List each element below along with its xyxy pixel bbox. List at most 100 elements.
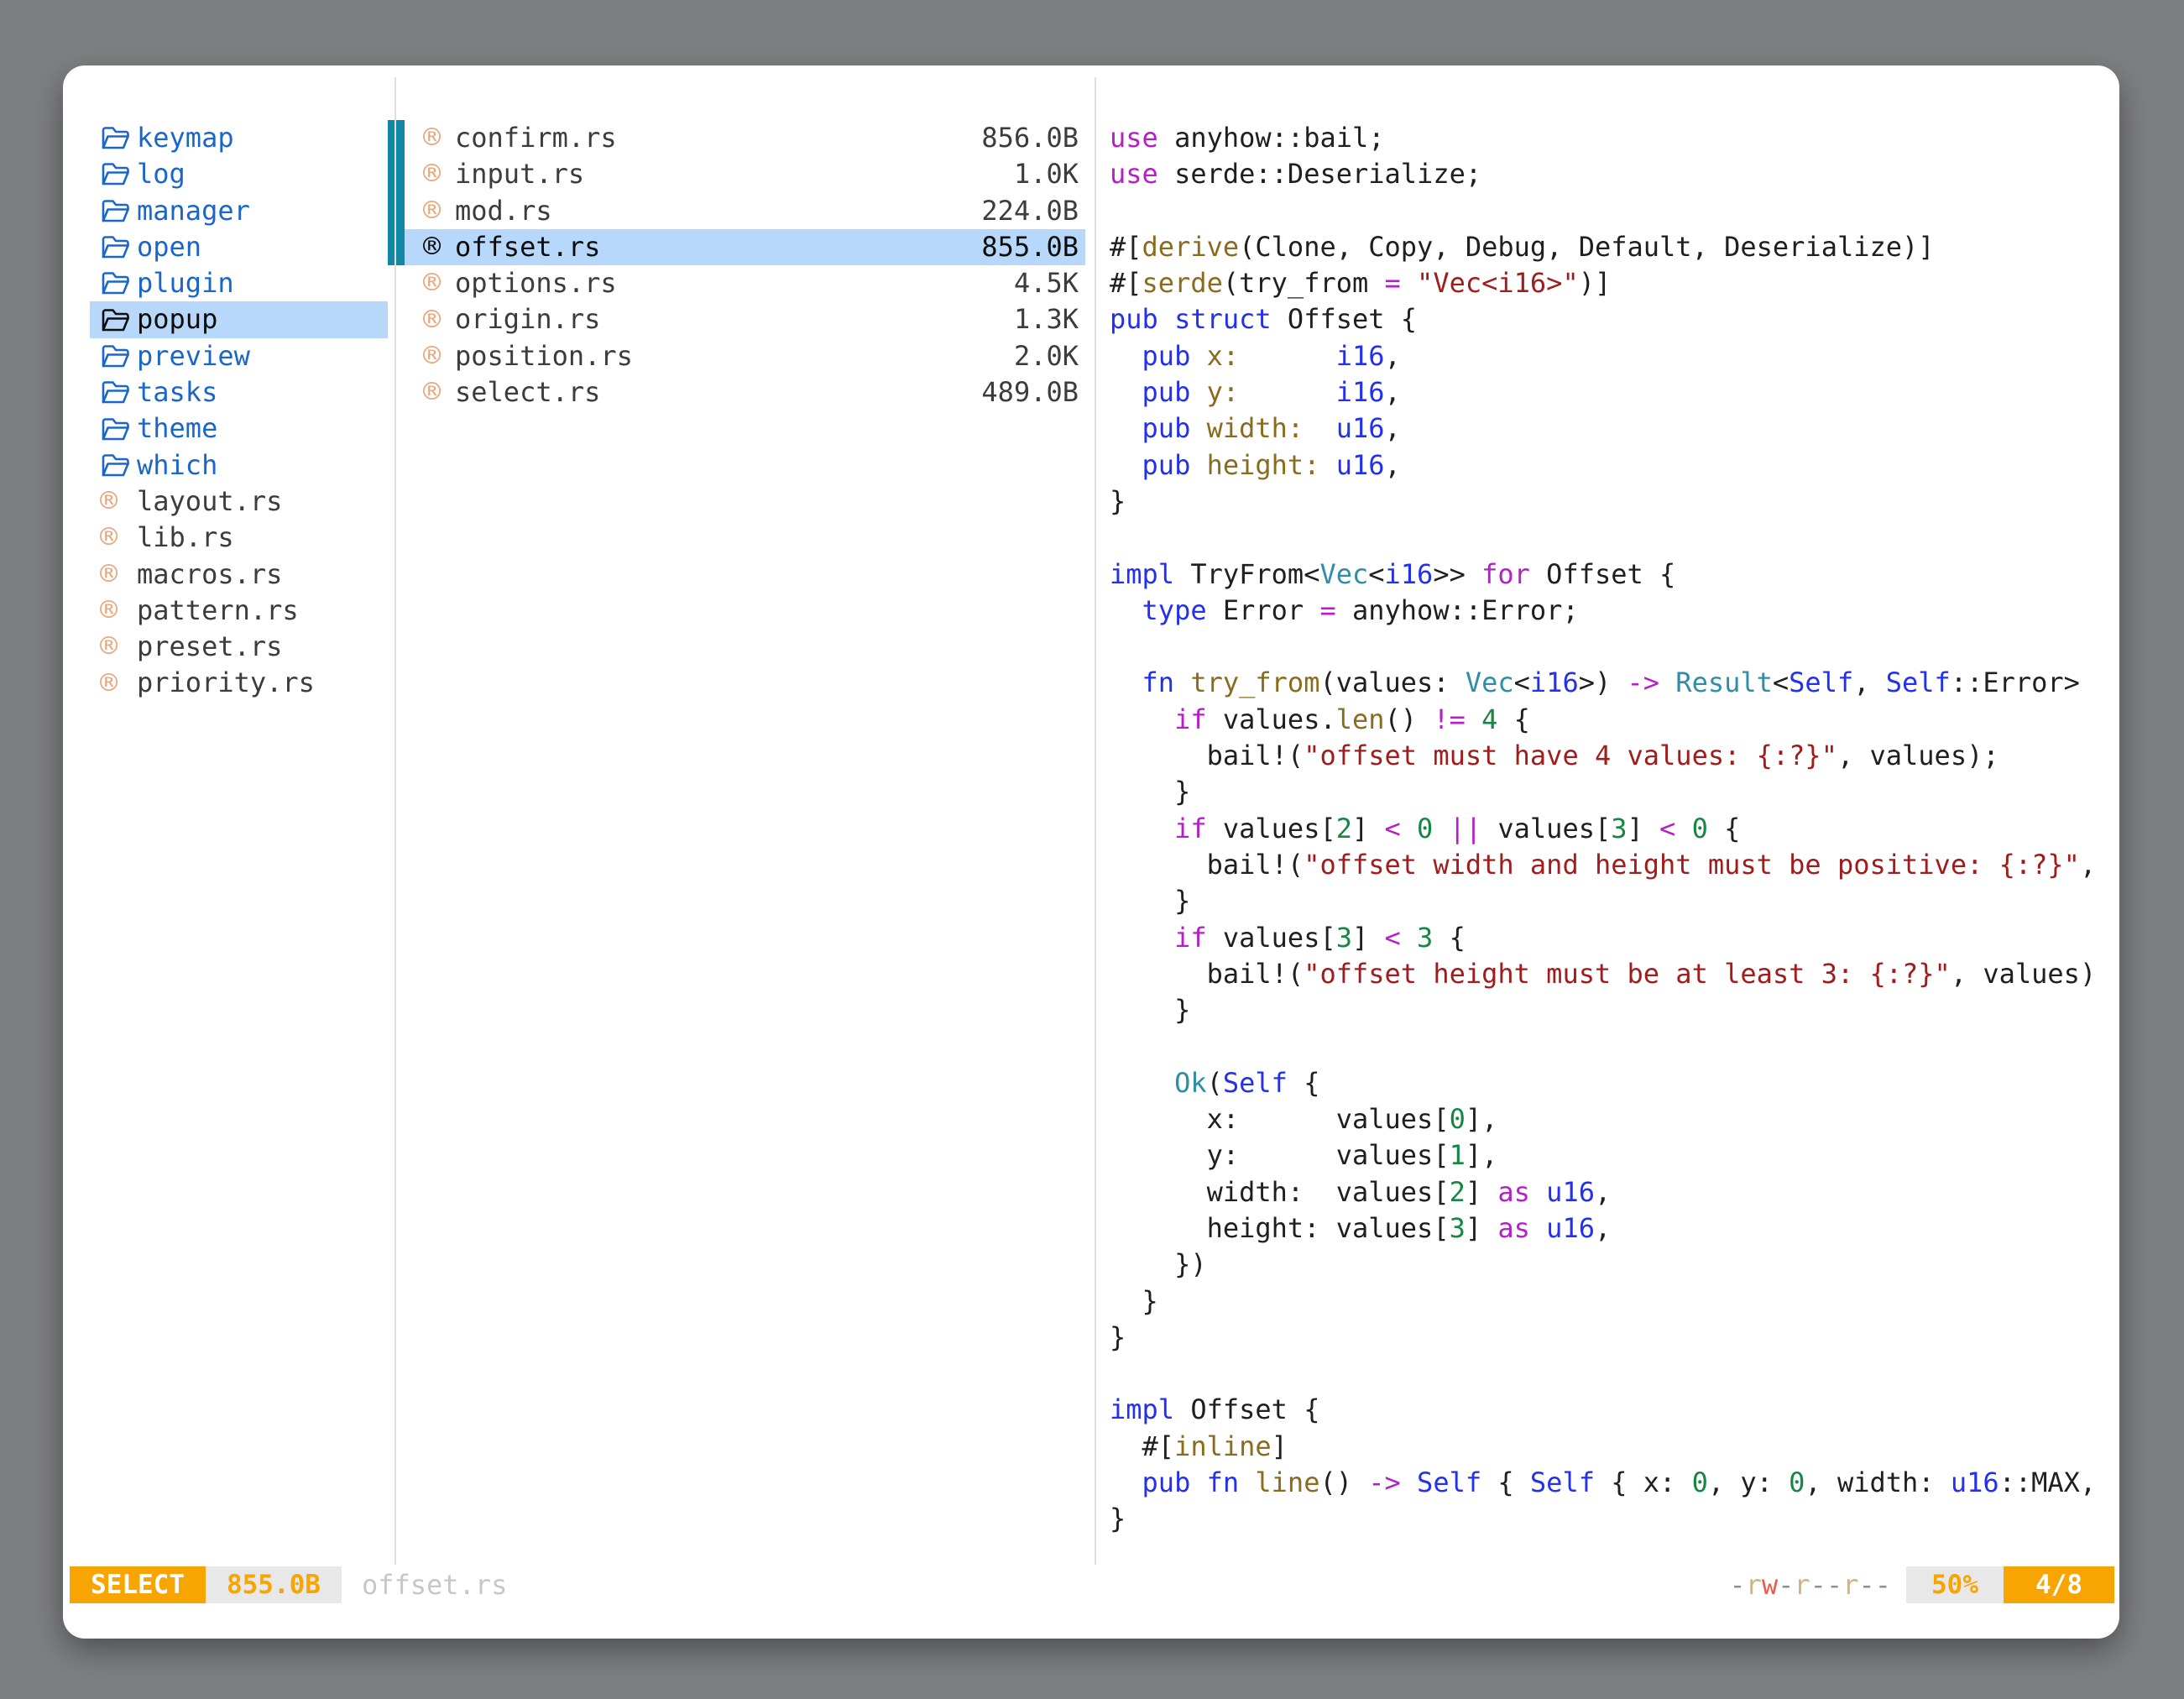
sidebar-item-preset[interactable]: ®preset.rs	[90, 629, 388, 665]
code-token: })	[1110, 1248, 1207, 1280]
file-name: options.rs	[455, 265, 617, 301]
sidebar-item-preview[interactable]: preview	[90, 338, 388, 374]
sidebar-item-keymap[interactable]: keymap	[90, 120, 388, 156]
rust-file-icon: ®	[100, 523, 137, 552]
sidebar-item-pattern[interactable]: ®pattern.rs	[90, 593, 388, 629]
permission-char: w	[1762, 1569, 1778, 1601]
file-row-origin[interactable]: ®origin.rs1.3K	[405, 301, 1085, 337]
code-token: <	[1659, 813, 1675, 844]
rust-file-icon: ®	[423, 378, 455, 407]
code-token: (try_from	[1223, 267, 1385, 299]
code-token: }	[1110, 1285, 1158, 1317]
code-token: #[	[1110, 267, 1142, 299]
sidebar-item-macros[interactable]: ®macros.rs	[90, 557, 388, 593]
sidebar-item-label: keymap	[137, 120, 234, 156]
code-token	[1659, 667, 1675, 698]
code-token: anyhow::bail;	[1158, 122, 1385, 154]
desktop-background: keymaplogmanageropenpluginpopuppreviewta…	[0, 0, 2184, 1699]
file-row-options[interactable]: ®options.rs4.5K	[405, 265, 1085, 301]
code-token: "offset must have 4 values: {:?}"	[1304, 740, 1837, 771]
yazi-file-manager-window: keymaplogmanageropenpluginpopuppreviewta…	[63, 65, 2119, 1639]
permission-char: r	[1746, 1569, 1762, 1601]
code-line: bail!("offset width and height must be p…	[1110, 847, 2093, 883]
sidebar-item-lib[interactable]: ®lib.rs	[90, 520, 388, 556]
code-token: Vec	[1466, 667, 1514, 698]
code-token: pub	[1142, 376, 1191, 408]
file-size: 224.0B	[981, 193, 1079, 229]
sidebar-item-which[interactable]: which	[90, 447, 388, 484]
code-line: #[serde(try_from = "Vec<i16>")]	[1110, 265, 2093, 301]
file-size: 1.0K	[1014, 156, 1079, 192]
sidebar-item-layout[interactable]: ®layout.rs	[90, 484, 388, 520]
code-line: }	[1110, 1501, 2093, 1537]
code-token: Offset {	[1272, 303, 1417, 335]
code-token: (Clone, Copy, Debug, Default, Deserializ…	[1239, 231, 1934, 263]
code-token: ,	[1385, 340, 1401, 372]
file-name: offset.rs	[455, 229, 600, 265]
code-token	[1401, 1466, 1417, 1498]
file-name: mod.rs	[455, 193, 552, 229]
code-token: Self	[1223, 1067, 1288, 1099]
current-directory-pane: ®confirm.rs856.0B®input.rs1.0K®mod.rs224…	[405, 120, 1085, 410]
file-row-input[interactable]: ®input.rs1.0K	[405, 156, 1085, 192]
parent-directory-pane: keymaplogmanageropenpluginpopuppreviewta…	[90, 120, 388, 702]
code-token	[1530, 1212, 1546, 1244]
sidebar-item-manager[interactable]: manager	[90, 193, 388, 229]
code-line: bail!("offset height must be at least 3:…	[1110, 956, 2093, 992]
sidebar-item-plugin[interactable]: plugin	[90, 265, 388, 301]
rust-file-icon: ®	[100, 632, 137, 661]
folder-icon	[100, 124, 137, 152]
sidebar-item-label: layout.rs	[137, 484, 282, 520]
folder-icon	[100, 233, 137, 261]
code-token: 0	[1692, 1466, 1708, 1498]
file-row-position[interactable]: ®position.rs2.0K	[405, 338, 1085, 374]
code-token: "offset width and height must be positiv…	[1304, 849, 2080, 881]
code-token: ::Error> {	[1951, 667, 2093, 698]
folder-icon	[100, 379, 137, 406]
code-line: pub height: u16,	[1110, 447, 2093, 484]
pane-separator-left	[394, 77, 396, 1565]
code-token: "offset height must be at least 3: {:?}"	[1304, 958, 1951, 990]
file-row-select[interactable]: ®select.rs489.0B	[405, 374, 1085, 410]
code-token: <	[1773, 667, 1789, 698]
code-line: }	[1110, 1320, 2093, 1356]
rust-file-icon: ®	[423, 196, 455, 226]
file-row-mod[interactable]: ®mod.rs 224.0B	[405, 193, 1085, 229]
code-token: <	[1514, 667, 1530, 698]
rust-file-icon: ®	[423, 342, 455, 371]
code-token: #[	[1110, 231, 1142, 263]
sidebar-item-tasks[interactable]: tasks	[90, 374, 388, 410]
code-token: {	[1708, 813, 1741, 844]
code-token: ,	[1595, 1212, 1611, 1244]
code-token: 0	[1417, 813, 1433, 844]
code-token	[1401, 922, 1417, 954]
code-line: Ok(Self {	[1110, 1065, 2093, 1101]
code-token: i16	[1336, 376, 1385, 408]
code-token: values.	[1207, 703, 1336, 735]
permission-char: -	[1778, 1569, 1794, 1601]
code-token: i16	[1336, 340, 1385, 372]
code-token	[1433, 813, 1449, 844]
code-token: Self	[1530, 1466, 1595, 1498]
sidebar-item-popup[interactable]: popup	[90, 301, 388, 337]
sidebar-item-open[interactable]: open	[90, 229, 388, 265]
sidebar-item-priority[interactable]: ®priority.rs	[90, 665, 388, 701]
code-token: 2	[1450, 1176, 1466, 1208]
rust-file-icon: ®	[423, 306, 455, 335]
file-row-offset[interactable]: ®offset.rs855.0B	[405, 229, 1085, 265]
file-size: 4.5K	[1014, 265, 1079, 301]
code-token: ()	[1385, 703, 1434, 735]
code-token: for	[1481, 558, 1530, 590]
code-token: Offset {	[1174, 1393, 1319, 1425]
file-size: 856.0B	[981, 120, 1079, 156]
code-token: ()	[1319, 1466, 1368, 1498]
code-token: #[	[1110, 1430, 1174, 1462]
code-line	[1110, 520, 2093, 556]
sidebar-item-theme[interactable]: theme	[90, 410, 388, 447]
code-line: pub fn line() -> Self { Self { x: 0, y: …	[1110, 1465, 2093, 1501]
code-token: use	[1110, 122, 1158, 154]
permission-char: r	[1794, 1569, 1810, 1601]
file-row-confirm[interactable]: ®confirm.rs856.0B	[405, 120, 1085, 156]
code-token: Self	[1789, 667, 1853, 698]
sidebar-item-log[interactable]: log	[90, 156, 388, 192]
